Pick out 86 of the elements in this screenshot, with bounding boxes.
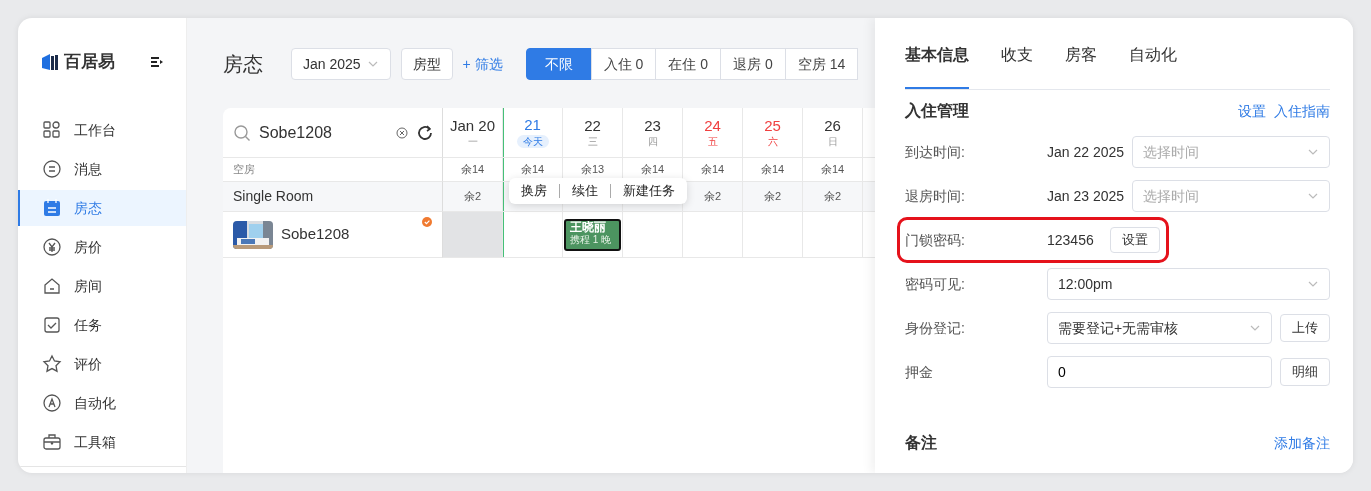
select-field[interactable]: 12:00pm bbox=[1047, 268, 1330, 300]
sidebar-item[interactable]: 工作台 bbox=[18, 112, 186, 148]
brand-name: 百居易 bbox=[64, 51, 115, 74]
month-picker[interactable]: Jan 2025 bbox=[291, 48, 391, 80]
search-icon bbox=[233, 123, 251, 142]
sidebar-item[interactable]: 评价 bbox=[18, 346, 186, 382]
field-label: 押金 bbox=[905, 362, 934, 382]
section-title: 入住管理 bbox=[905, 101, 969, 121]
add-note-link[interactable]: 添加备注 bbox=[1274, 432, 1330, 454]
field-button[interactable]: 上传 bbox=[1280, 314, 1330, 342]
checkbox-icon bbox=[42, 315, 62, 335]
calendar-icon bbox=[42, 198, 62, 218]
section-link[interactable]: 入住指南 bbox=[1274, 100, 1330, 122]
chevron-down-icon bbox=[1307, 279, 1319, 289]
tab[interactable]: 收支 bbox=[1001, 43, 1033, 89]
star-icon bbox=[42, 354, 62, 374]
sidebar-item[interactable]: 房价 bbox=[18, 229, 186, 265]
day-date: 24 bbox=[704, 117, 721, 135]
booking-block[interactable]: 王晓丽 携程 1 晚 bbox=[564, 218, 621, 251]
status-filter-tab[interactable]: 入住 0 bbox=[590, 48, 657, 80]
yen-icon bbox=[42, 237, 62, 257]
day-date: 26 bbox=[824, 117, 841, 135]
weekday-label: 日 bbox=[827, 136, 838, 148]
tab[interactable]: 自动化 bbox=[1129, 43, 1177, 89]
field-button[interactable]: 明细 bbox=[1280, 358, 1330, 386]
sidebar-item[interactable]: 消息 bbox=[18, 151, 186, 187]
message-icon bbox=[42, 159, 62, 179]
field-label: 密码可见: bbox=[905, 274, 966, 294]
room-name: Sobe1208 bbox=[281, 224, 350, 245]
weekday-label: 六 bbox=[767, 136, 778, 148]
chevron-down-icon bbox=[1307, 147, 1319, 157]
day-date: 25 bbox=[764, 117, 781, 135]
vacancy-count: 余2 bbox=[683, 182, 743, 212]
collapse-icon[interactable] bbox=[150, 56, 164, 68]
house-icon bbox=[42, 276, 62, 296]
field-value: 123456 bbox=[1047, 230, 1094, 250]
field-value: Jan 23 2025 bbox=[1047, 186, 1125, 206]
field-button[interactable]: 设置 bbox=[1109, 227, 1160, 253]
sidebar-item[interactable]: 工具箱 bbox=[18, 424, 186, 460]
letter-a-icon bbox=[42, 393, 62, 413]
field-label: 门锁密码: bbox=[905, 230, 966, 250]
vacancy-count: 余2 bbox=[443, 182, 503, 212]
weekday-label: 五 bbox=[707, 136, 718, 148]
day-date: Jan 20 bbox=[449, 117, 495, 135]
day-date: 23 bbox=[644, 117, 661, 135]
menu-item[interactable]: 续住 bbox=[559, 184, 610, 198]
grid-icon bbox=[42, 120, 62, 140]
day-date: 21 bbox=[524, 116, 541, 134]
room-type-label: Single Room bbox=[223, 182, 443, 212]
logo-icon bbox=[40, 52, 60, 72]
chevron-down-icon bbox=[1249, 323, 1261, 333]
weekday-label: 四 bbox=[647, 136, 658, 148]
menu-item[interactable]: 换房 bbox=[509, 184, 559, 198]
weekday-label: 三 bbox=[587, 136, 598, 148]
vacancy-count: 余2 bbox=[803, 182, 863, 212]
today-badge: 今天 bbox=[516, 135, 549, 149]
filter-link[interactable]: + 筛选 bbox=[462, 53, 503, 75]
refresh-icon[interactable] bbox=[416, 123, 434, 142]
section-title: 备注 bbox=[905, 433, 937, 453]
status-filter-tab[interactable]: 不限 bbox=[525, 48, 592, 80]
menu-item[interactable]: 新建任务 bbox=[610, 184, 687, 198]
search-field[interactable]: Sobe1208 bbox=[259, 120, 388, 145]
status-filter-tab[interactable]: 退房 0 bbox=[720, 48, 786, 80]
sidebar-item[interactable]: 自动化 bbox=[18, 385, 186, 421]
section-link[interactable]: 设置 bbox=[1238, 100, 1266, 122]
input-field[interactable]: 0 bbox=[1047, 356, 1272, 388]
status-filter-tab[interactable]: 在住 0 bbox=[655, 48, 722, 80]
chevron-down-icon bbox=[366, 59, 379, 69]
tab[interactable]: 基本信息 bbox=[905, 43, 969, 89]
field-value: Jan 22 2025 bbox=[1047, 142, 1125, 162]
select-field[interactable]: 需要登记+无需审核 bbox=[1047, 312, 1272, 344]
room-type-button[interactable]: 房型 bbox=[400, 48, 453, 80]
field-label: 到达时间: bbox=[905, 142, 966, 162]
day-date: 22 bbox=[584, 117, 601, 135]
vacancy-count: 余2 bbox=[743, 182, 803, 212]
chevron-down-icon bbox=[1307, 191, 1319, 201]
field-label: 退房时间: bbox=[905, 186, 966, 206]
sidebar-item[interactable]: 房态 bbox=[18, 190, 186, 226]
page-title: 房态 bbox=[223, 52, 263, 77]
clear-icon[interactable] bbox=[396, 126, 408, 139]
sidebar-item[interactable]: 任务 bbox=[18, 307, 186, 343]
field-label: 身份登记: bbox=[905, 318, 966, 338]
status-filter-tab[interactable]: 空房 14 bbox=[784, 48, 859, 80]
sidebar-item[interactable]: 房间 bbox=[18, 268, 186, 304]
toolbox-icon bbox=[42, 432, 62, 452]
tab[interactable]: 房客 bbox=[1065, 43, 1097, 89]
